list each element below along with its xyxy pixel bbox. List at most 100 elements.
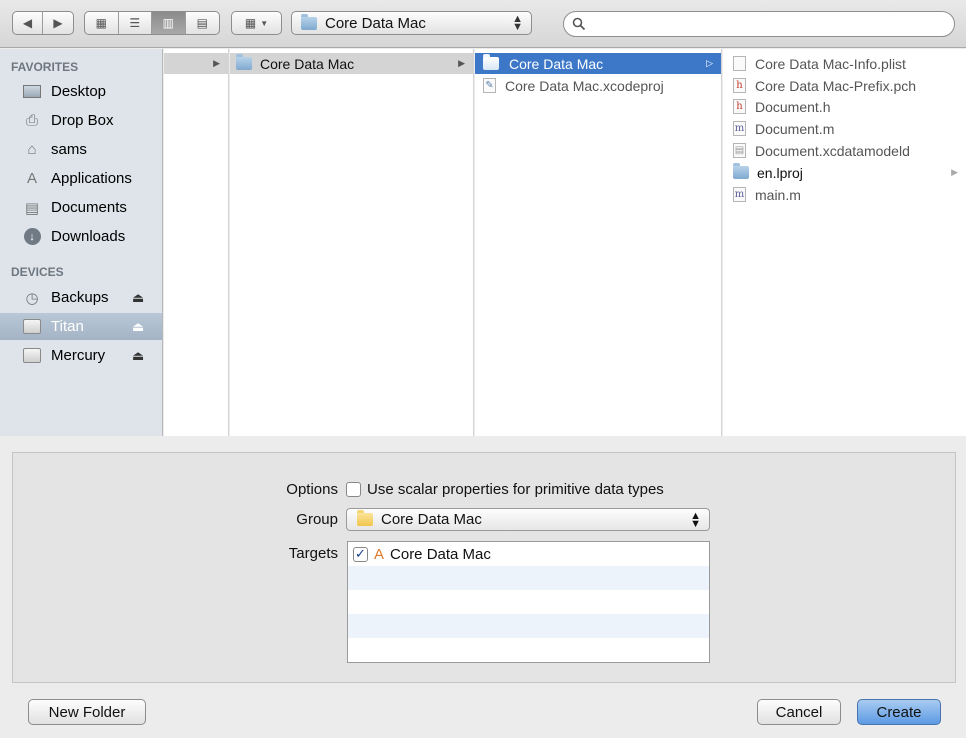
empty-row bbox=[348, 566, 709, 590]
group-popup-value: Core Data Mac bbox=[381, 511, 482, 528]
sidebar-item-backups[interactable]: ◷ Backups ⏏ bbox=[0, 284, 162, 311]
column-row[interactable]: h Document.h bbox=[723, 96, 966, 117]
column-row[interactable]: m Document.m bbox=[723, 118, 966, 139]
new-folder-button[interactable]: New Folder bbox=[28, 699, 146, 725]
column-view-button[interactable]: ▥ bbox=[152, 12, 186, 34]
search-icon bbox=[572, 17, 586, 31]
xcodeproj-icon: ✎ bbox=[483, 78, 496, 93]
column-row[interactable]: Core Data Mac ▶ bbox=[230, 53, 473, 74]
icon-view-button[interactable]: ▦ bbox=[85, 12, 119, 34]
dialog-toolbar: ◀ ▶ ▦ ☰ ▥ ▤ ▦ ▼ Core Data Mac ▲ ▼ bbox=[0, 0, 966, 48]
desktop-icon bbox=[22, 83, 42, 100]
empty-row bbox=[348, 590, 709, 614]
implementation-file-icon: m bbox=[733, 121, 746, 136]
back-arrow-icon: ◀ bbox=[22, 16, 33, 30]
folder-icon bbox=[301, 13, 317, 30]
scalar-properties-checkbox[interactable] bbox=[346, 482, 361, 497]
sidebar-item-sams[interactable]: ⌂ sams bbox=[0, 136, 162, 163]
list-view-button[interactable]: ☰ bbox=[119, 12, 152, 34]
path-popup-label: Core Data Mac bbox=[325, 14, 426, 32]
target-checkbox[interactable]: ✓ bbox=[353, 546, 368, 562]
column-view-icon: ▥ bbox=[162, 16, 174, 30]
column-row[interactable]: Core Data Mac-Info.plist bbox=[723, 53, 966, 74]
target-row[interactable]: ✓ A Core Data Mac bbox=[348, 542, 709, 566]
cancel-button[interactable]: Cancel bbox=[757, 699, 841, 725]
path-popup[interactable]: Core Data Mac ▲ ▼ bbox=[291, 11, 532, 35]
sidebar-item-desktop[interactable]: Desktop bbox=[0, 78, 162, 105]
scalar-properties-label: Use scalar properties for primitive data… bbox=[367, 481, 664, 498]
target-label: Core Data Mac bbox=[390, 545, 491, 563]
updown-arrows-icon: ▲ ▼ bbox=[512, 13, 523, 33]
eject-icon[interactable]: ⏏ bbox=[132, 348, 144, 364]
sidebar-item-label: Documents bbox=[51, 199, 127, 216]
sidebar-item-downloads[interactable]: ↓ Downloads bbox=[0, 223, 162, 250]
eject-icon[interactable]: ⏏ bbox=[132, 290, 144, 306]
folder-icon bbox=[733, 163, 749, 179]
save-dialog: ◀ ▶ ▦ ☰ ▥ ▤ ▦ ▼ Core Data Mac ▲ ▼ FAVORITE… bbox=[0, 0, 966, 738]
sidebar-item-mercury[interactable]: Mercury ⏏ bbox=[0, 342, 162, 369]
folder-icon bbox=[236, 54, 252, 70]
column-row[interactable]: en.lproj ▶ bbox=[723, 162, 966, 183]
favorites-header: FAVORITES bbox=[11, 60, 79, 74]
create-button[interactable]: Create bbox=[857, 699, 941, 725]
view-mode-control: ▦ ☰ ▥ ▤ bbox=[84, 11, 220, 35]
row-label: en.lproj bbox=[757, 164, 803, 181]
disclosure-arrow-icon: ▷ bbox=[706, 58, 713, 68]
header-file-icon: h bbox=[733, 99, 746, 114]
row-label: Document.xcdatamodeld bbox=[755, 142, 910, 159]
column-row[interactable]: m main.m bbox=[723, 184, 966, 205]
documents-icon: ▤ bbox=[24, 199, 40, 217]
group-popup[interactable]: Core Data Mac ▲ ▼ bbox=[346, 508, 710, 531]
forward-arrow-icon: ▶ bbox=[53, 16, 63, 30]
back-button[interactable]: ◀ bbox=[13, 12, 43, 34]
sidebar-item-label: Desktop bbox=[51, 83, 107, 100]
cover-flow-button[interactable]: ▤ bbox=[186, 12, 219, 34]
app-target-icon: A bbox=[374, 545, 385, 563]
search-input[interactable] bbox=[592, 16, 932, 32]
row-label: Core Data Mac bbox=[509, 55, 604, 72]
sidebar-item-drop-box[interactable]: ⎙ Drop Box bbox=[0, 107, 162, 134]
sidebar-item-label: sams bbox=[51, 141, 87, 158]
group-label: Group bbox=[296, 511, 338, 528]
sidebar-item-label: Downloads bbox=[51, 228, 126, 245]
row-label: main.m bbox=[755, 186, 801, 203]
column-row[interactable]: Core Data Mac ▷ bbox=[475, 53, 721, 74]
sidebar-item-documents[interactable]: ▤ Documents bbox=[0, 194, 162, 221]
browser-column-4: Core Data Mac-Info.plist h Core Data Mac… bbox=[723, 49, 966, 436]
sidebar-item-label: Mercury bbox=[51, 347, 106, 364]
options-label: Options bbox=[286, 481, 338, 498]
list-view-icon: ☰ bbox=[129, 16, 141, 30]
sidebar-item-label: Backups bbox=[51, 289, 109, 306]
row-label: Core Data Mac-Info.plist bbox=[755, 55, 906, 72]
applications-icon: A bbox=[26, 170, 37, 187]
sidebar-item-label: Applications bbox=[51, 170, 132, 187]
scalar-properties-option[interactable]: Use scalar properties for primitive data… bbox=[346, 481, 664, 498]
forward-button[interactable]: ▶ bbox=[43, 12, 73, 34]
eject-icon[interactable]: ⏏ bbox=[132, 319, 144, 335]
empty-row bbox=[348, 614, 709, 638]
arrange-menu-button[interactable]: ▦ ▼ bbox=[231, 11, 282, 35]
search-field[interactable] bbox=[563, 11, 955, 37]
plist-file-icon bbox=[733, 56, 746, 71]
drop-box-icon: ⎙ bbox=[25, 112, 38, 129]
row-label: Document.m bbox=[755, 120, 835, 137]
disclosure-arrow-icon: ▶ bbox=[213, 58, 220, 68]
disclosure-arrow-icon: ▶ bbox=[951, 167, 958, 177]
row-label: Core Data Mac.xcodeproj bbox=[505, 77, 664, 94]
column-row[interactable]: ✎ Core Data Mac.xcodeproj bbox=[475, 75, 721, 96]
home-icon: ⌂ bbox=[27, 141, 37, 158]
targets-label: Targets bbox=[288, 545, 338, 562]
sidebar-item-label: Drop Box bbox=[51, 112, 114, 129]
browser-column-1: ▶ bbox=[164, 49, 229, 436]
back-forward-control: ◀ ▶ bbox=[12, 11, 74, 35]
sidebar-item-titan[interactable]: Titan ⏏ bbox=[0, 313, 162, 340]
row-label: Core Data Mac bbox=[260, 55, 355, 72]
column-row[interactable]: h Core Data Mac-Prefix.pch bbox=[723, 75, 966, 96]
updown-arrows-icon: ▲ ▼ bbox=[690, 510, 701, 530]
column-row[interactable]: ▶ bbox=[164, 53, 228, 74]
column-row[interactable]: ▤ Document.xcdatamodeld bbox=[723, 140, 966, 161]
sidebar-item-label: Titan bbox=[51, 318, 84, 335]
icon-view-icon: ▦ bbox=[95, 16, 107, 30]
sidebar-item-applications[interactable]: A Applications bbox=[0, 165, 162, 192]
browser-column-2: Core Data Mac ▶ bbox=[230, 49, 474, 436]
